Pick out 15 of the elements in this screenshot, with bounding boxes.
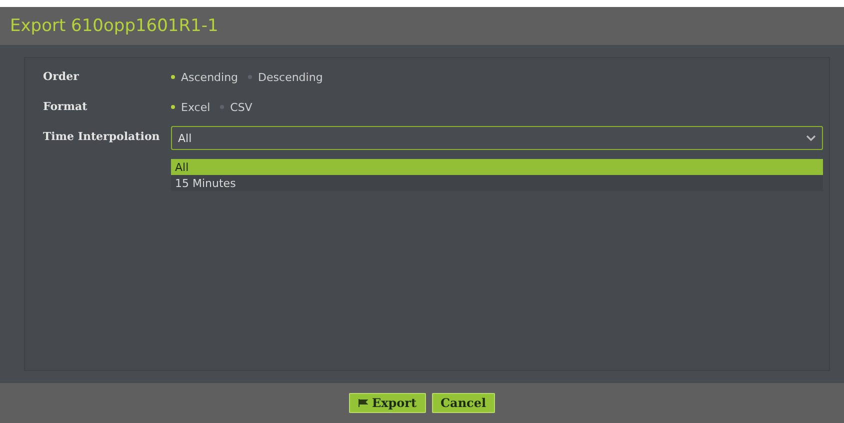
cancel-button[interactable]: Cancel [432, 393, 496, 413]
field-label: Format [43, 99, 88, 115]
chevron-down-icon [806, 134, 816, 142]
field-label: Time Interpolation [43, 129, 161, 145]
export-button[interactable]: Export [348, 393, 426, 413]
dialog-title: Export 610opp1601R1-1 [10, 16, 218, 36]
radio-option[interactable]: Excel [171, 100, 210, 114]
dropdown-option[interactable]: All [171, 159, 823, 175]
flag-icon [358, 399, 368, 407]
dropdown-option[interactable]: 15 Minutes [171, 175, 823, 191]
select-field[interactable]: All [171, 126, 823, 150]
field-label: Order [43, 69, 80, 85]
radio-option[interactable]: Descending [248, 70, 323, 84]
radio-option[interactable]: CSV [220, 100, 252, 114]
radio-option[interactable]: Ascending [171, 70, 238, 84]
